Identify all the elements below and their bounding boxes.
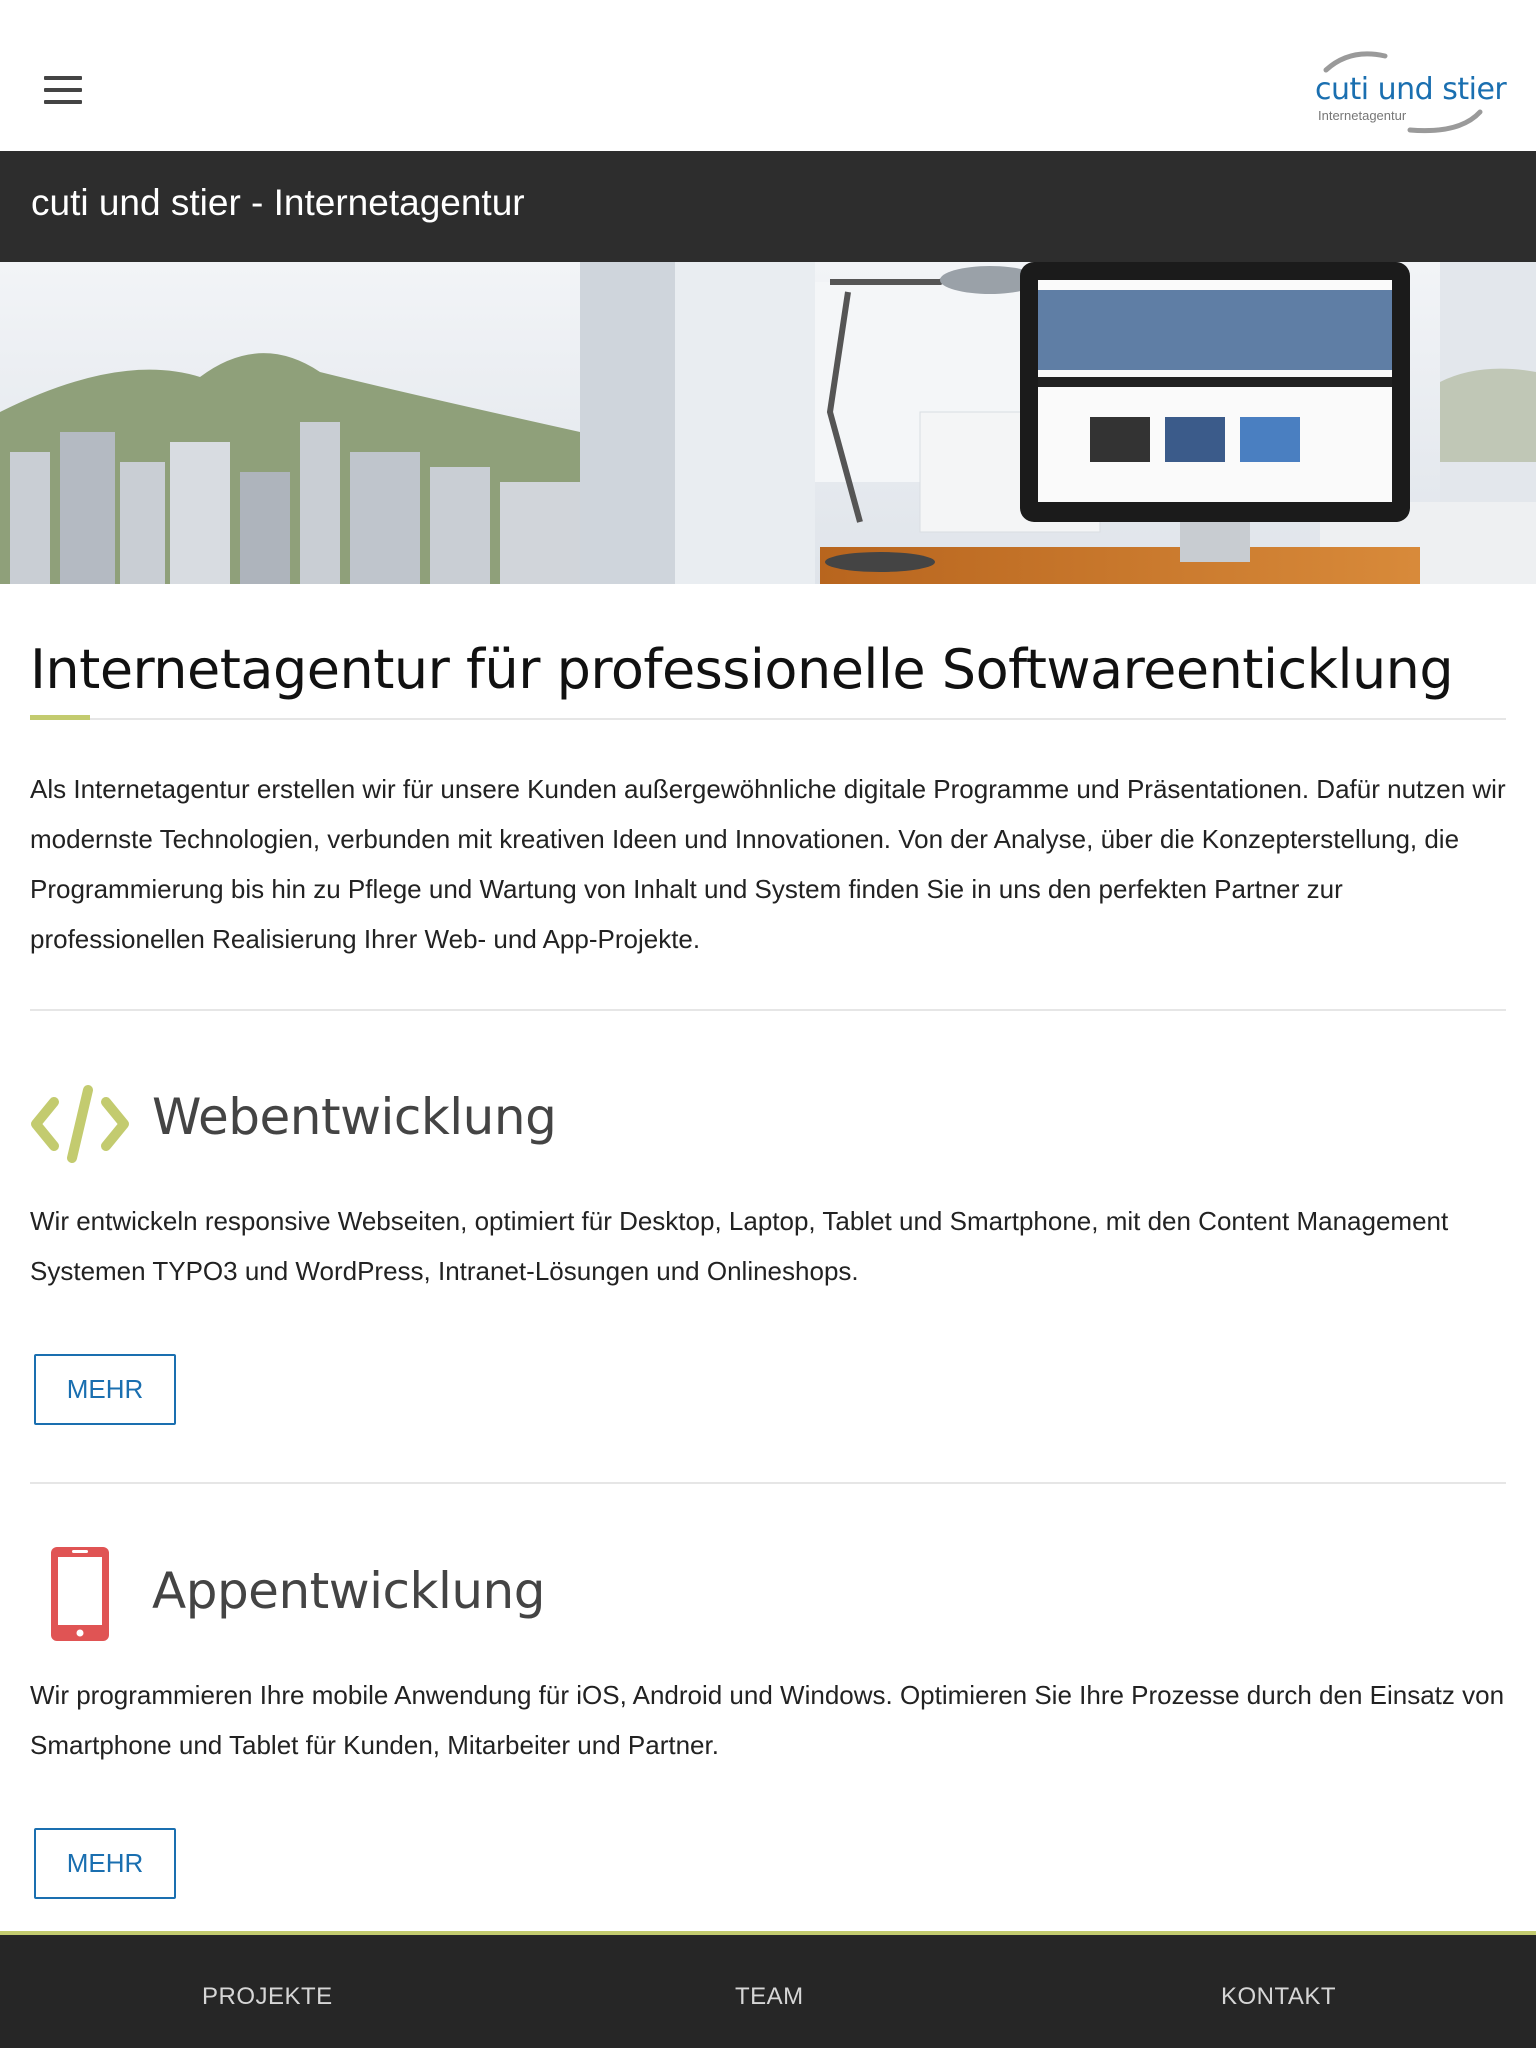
section-divider <box>30 1482 1506 1484</box>
section-divider <box>30 1009 1506 1011</box>
appentwicklung-text: Wir programmieren Ihre mobile Anwendung … <box>30 1680 1505 1760</box>
nav-projekte[interactable]: PROJEKTE <box>202 1983 333 2011</box>
appentwicklung-more-button[interactable]: MEHR <box>34 1828 176 1899</box>
nav-team[interactable]: TEAM <box>735 1983 804 2011</box>
logo-name: cuti und stier <box>1315 72 1507 107</box>
nav-kontakt[interactable]: KONTAKT <box>1221 1983 1336 2011</box>
webentwicklung-more-button[interactable]: MEHR <box>34 1354 176 1425</box>
page-title: cuti und stier - Internetagentur <box>31 182 525 223</box>
logo-subtitle: Internetagentur <box>1318 108 1407 123</box>
bottom-navigation: PROJEKTE TEAM KONTAKT <box>0 1931 1536 2048</box>
heading-divider <box>30 718 1506 720</box>
webentwicklung-title: Webentwicklung <box>152 1088 557 1146</box>
hero-illustration <box>0 262 1536 584</box>
heading-accent-bar <box>30 715 90 720</box>
top-header: cuti und stier Internetagentur <box>0 0 1536 151</box>
brand-logo[interactable]: cuti und stier Internetagentur <box>1310 50 1507 135</box>
smartphone-icon <box>48 1544 112 1649</box>
intro-heading: Internetagentur für professionelle Softw… <box>30 638 1454 701</box>
hamburger-menu-icon[interactable] <box>44 76 82 104</box>
title-bar: cuti und stier - Internetagentur <box>0 151 1536 262</box>
hero-image <box>0 262 1536 584</box>
intro-text: Als Internetagentur erstellen wir für un… <box>30 774 1506 954</box>
appentwicklung-title: Appentwicklung <box>152 1562 545 1620</box>
code-icon <box>30 1084 130 1169</box>
webentwicklung-text: Wir entwickeln responsive Webseiten, opt… <box>30 1206 1449 1286</box>
